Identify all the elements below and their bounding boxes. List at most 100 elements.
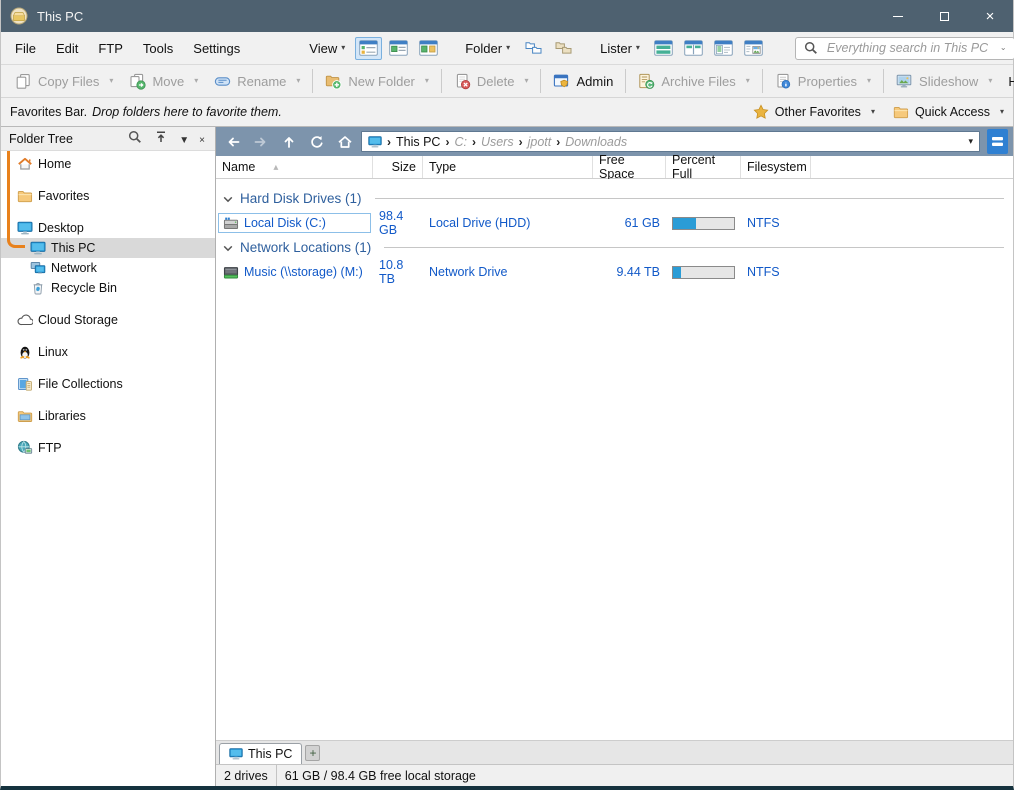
menu-tools[interactable]: Tools [133,32,183,64]
tree-item-home[interactable]: Home [1,154,215,174]
chevron-down-icon: ▾ [109,76,114,85]
menu-edit[interactable]: Edit [46,32,88,64]
archive-files-button[interactable]: Archive Files ▾ [630,68,757,94]
tree-menu-button[interactable]: ▼ [179,132,189,146]
chevron-down-icon: ▾ [870,107,875,116]
drive-row-local-disk-c[interactable]: Local Disk (C:) 98.4 GB Local Drive (HDD) 6… [216,209,1013,237]
view-thumbnails-icon [419,40,439,56]
percent-full-cell [666,211,741,235]
maximize-button[interactable] [921,0,967,32]
tree-item-favorites[interactable]: Favorites [1,186,215,206]
breadcrumb-segment-downloads[interactable]: Downloads [565,135,627,149]
type-cell: Network Drive [429,265,508,279]
properties-button[interactable]: Properties ▾ [767,68,879,94]
breadcrumb-dropdown-icon[interactable]: ▾ [968,136,973,147]
forward-button[interactable] [249,130,273,154]
tree-item-this-pc[interactable]: This PC [1,238,215,258]
search-box[interactable]: ⌄ [794,36,1014,60]
column-header-filler [811,156,1013,178]
view-power-icon [389,40,409,56]
tab-this-pc[interactable]: This PC [219,743,303,764]
drive-name-box: Local Disk (C:) [218,213,371,233]
help-button[interactable]: Help?▾ [1000,68,1014,94]
tree-item-file-collections[interactable]: File Collections [1,374,215,394]
minimize-icon [893,15,903,17]
group-header-hard-disk-drives-1[interactable]: Hard Disk Drives (1) [216,186,1013,211]
new-tab-button[interactable]: + [305,745,321,761]
copy-files-button[interactable]: Copy Files ▾ [7,68,121,94]
column-header-size[interactable]: Size [373,156,423,178]
column-header-type[interactable]: Type [423,156,593,178]
lister-tree-button[interactable] [710,37,737,60]
tree-item-network[interactable]: Network [1,258,215,278]
tree-item-libraries[interactable]: Libraries [1,406,215,426]
group-divider [374,198,1004,199]
folder-menu-button[interactable]: Folder ▾ [458,41,517,56]
tree-item-desktop[interactable]: Desktop [1,218,215,238]
star-icon [753,104,769,120]
breadcrumb-segment-c[interactable]: C: [454,135,467,149]
maximize-icon [939,11,949,21]
file-list: Hard Disk Drives (1) Local Disk (C:) 98.4 … [216,179,1013,740]
breadcrumb-segment-jpott[interactable]: jpott [528,135,552,149]
other-favorites-button[interactable]: Other Favorites ▾ [753,104,875,120]
home-nav-icon [337,134,353,150]
quick-access-label: Quick Access [914,105,990,119]
tree-collapse-button[interactable] [153,129,169,148]
menu-file[interactable]: File [5,32,46,64]
menu-settings[interactable]: Settings [183,32,250,64]
chevron-down-icon: ▾ [635,43,640,52]
admin-button[interactable]: Admin [545,68,621,94]
move-button[interactable]: Move ▾ [121,68,206,94]
new-folder-label: New Folder [348,73,415,89]
folder-pair-alt-icon [555,40,572,56]
tree-item-linux[interactable]: Linux [1,342,215,362]
slideshow-button[interactable]: Slideshow ▾ [888,68,1000,94]
refresh-button[interactable] [305,130,329,154]
quick-access-button[interactable]: Quick Access ▾ [893,104,1004,120]
breadcrumb[interactable]: › This PC › C: › Users › jpott › Downloads ▾ [361,131,980,152]
column-header-name[interactable]: Name ▴ [216,156,373,178]
drive-row-music-storage-m[interactable]: Music (\\storage) (M:) 10.8 TB Network Dri… [216,258,1013,286]
delete-button[interactable]: Delete ▾ [446,68,537,94]
home-button[interactable] [333,130,357,154]
rename-button[interactable]: Rename ▾ [206,68,308,94]
lister-tree-icon [714,40,733,56]
close-button[interactable]: × [967,0,1013,32]
breadcrumb-segment-users[interactable]: Users [481,135,514,149]
view-menu-button[interactable]: View ▾ [302,41,352,56]
column-header-percent-full[interactable]: Percent Full [666,153,741,181]
column-header-filesystem[interactable]: Filesystem [741,156,811,178]
view-details-button[interactable] [355,36,383,60]
lister-horizontal-button[interactable] [650,37,677,60]
tree-search-button[interactable] [127,129,143,148]
tree-close-button[interactable]: × [199,132,205,146]
folder-label: Folder [465,40,503,56]
chevron-down-icon[interactable]: ⌄ [1000,44,1007,52]
up-icon [281,134,297,150]
chevron-down-icon: ▾ [524,76,529,85]
dual-display-button[interactable] [987,129,1008,154]
breadcrumb-root[interactable]: This PC [396,135,440,149]
view-thumbnails-button[interactable] [415,37,442,60]
search-input[interactable] [824,40,990,56]
back-button[interactable] [221,130,245,154]
minimize-button[interactable] [875,0,921,32]
file-display-panel: › This PC › C: › Users › jpott › Downloads ▾ Na… [216,127,1013,786]
folder-pair-button[interactable] [520,37,547,60]
column-header-free-space[interactable]: Free Space [593,153,666,181]
tree-item-recycle-bin[interactable]: Recycle Bin [1,278,215,298]
view-power-button[interactable] [385,37,412,60]
lister-image-button[interactable] [740,37,767,60]
tree-item-ftp[interactable]: FTP [1,438,215,458]
menu-ftp[interactable]: FTP [88,32,133,64]
folder-pair-alt-button[interactable] [550,37,577,60]
rename-label: Rename [237,73,287,89]
up-button[interactable] [277,130,301,154]
group-header-network-locations-1[interactable]: Network Locations (1) [216,235,1013,260]
tree-item-cloud-storage[interactable]: Cloud Storage [1,310,215,330]
new-folder-button[interactable]: New Folder ▾ [317,68,436,94]
lister-vertical-button[interactable] [680,37,707,60]
lister-menu-button[interactable]: Lister ▾ [593,41,647,56]
toolbar-separator [540,69,542,93]
